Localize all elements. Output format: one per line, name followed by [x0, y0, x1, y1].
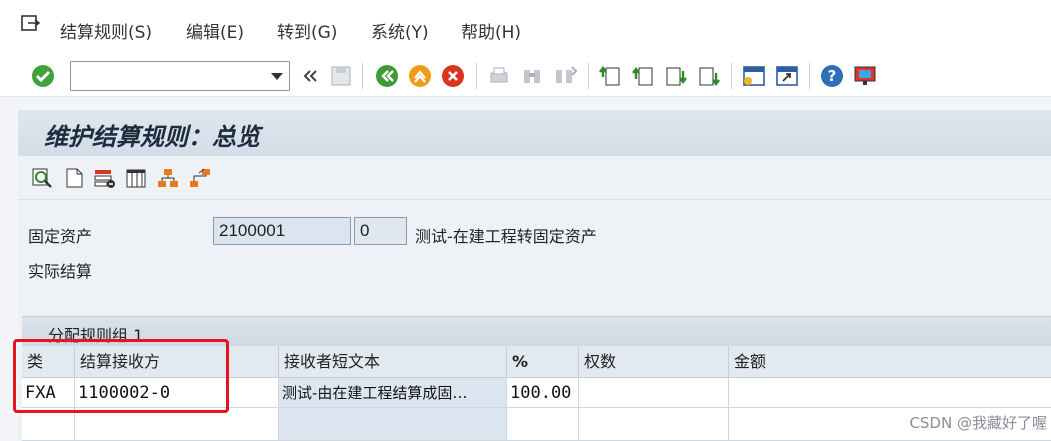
structure-icon[interactable]: [188, 166, 212, 190]
standard-toolbar: ?: [0, 55, 1051, 97]
application-toolbar: [18, 156, 1051, 200]
svg-text:?: ?: [828, 67, 837, 85]
asset-description: 测试-在建工程转固定资产: [415, 227, 597, 246]
menu-settlement-rule[interactable]: 结算规则(S): [60, 18, 152, 43]
save-icon[interactable]: [328, 63, 354, 89]
settlement-type: 实际结算: [28, 262, 93, 281]
cell-percent[interactable]: 100.00: [507, 378, 579, 408]
cell-weight[interactable]: [579, 378, 729, 408]
title-bar: 维护结算规则：总览: [18, 110, 1051, 156]
menu-icon[interactable]: [20, 14, 40, 34]
hierarchy-icon[interactable]: [156, 166, 180, 190]
check-icon[interactable]: [30, 63, 56, 89]
previous-page-icon[interactable]: [630, 63, 656, 89]
double-chevron-left-icon[interactable]: [298, 63, 324, 89]
customize-layout-icon[interactable]: [852, 63, 878, 89]
exit-icon[interactable]: [407, 63, 433, 89]
create-session-icon[interactable]: [741, 63, 767, 89]
empty-cell: [279, 408, 507, 441]
col-percent[interactable]: %: [507, 346, 579, 378]
menu-system[interactable]: 系统(Y): [371, 18, 429, 43]
find-next-icon[interactable]: [552, 63, 578, 89]
watermark: CSDN @我藏好了喔: [909, 414, 1047, 432]
print-icon[interactable]: [486, 63, 512, 89]
col-weight[interactable]: 权数: [579, 346, 729, 378]
col-amount[interactable]: 金额: [729, 346, 1051, 378]
new-entry-icon[interactable]: [62, 166, 86, 190]
command-field[interactable]: [70, 61, 290, 91]
red-highlight-box: [13, 339, 229, 413]
menu-goto[interactable]: 转到(G): [277, 18, 337, 43]
asset-sub-number-field: 0: [354, 217, 407, 245]
next-page-icon[interactable]: [663, 63, 689, 89]
empty-cell[interactable]: [507, 408, 579, 441]
menu-help[interactable]: 帮助(H): [461, 18, 521, 43]
menu-edit[interactable]: 编辑(E): [186, 18, 244, 43]
detail-icon[interactable]: [30, 166, 54, 190]
col-short-text[interactable]: 接收者短文本: [279, 346, 507, 378]
find-icon[interactable]: [519, 63, 545, 89]
menu-bar: 结算规则(S) 编辑(E) 转到(G) 系统(Y) 帮助(H): [0, 0, 1051, 55]
back-icon[interactable]: [374, 63, 400, 89]
first-page-icon[interactable]: [597, 63, 623, 89]
column-layout-icon[interactable]: [124, 166, 148, 190]
cell-amount[interactable]: [729, 378, 1051, 408]
shortcut-icon[interactable]: [774, 63, 800, 89]
delete-row-icon[interactable]: [92, 166, 116, 190]
empty-cell[interactable]: [579, 408, 729, 441]
chevron-down-icon[interactable]: [271, 73, 283, 80]
page-title: 维护结算规则：总览: [44, 122, 260, 151]
asset-number-field: 2100001: [213, 217, 351, 245]
cell-short-text: 测试-由在建工程结算成固…: [279, 378, 507, 408]
asset-label: 固定资产: [28, 227, 93, 246]
last-page-icon[interactable]: [696, 63, 722, 89]
cancel-icon[interactable]: [440, 63, 466, 89]
help-icon[interactable]: ?: [819, 63, 845, 89]
